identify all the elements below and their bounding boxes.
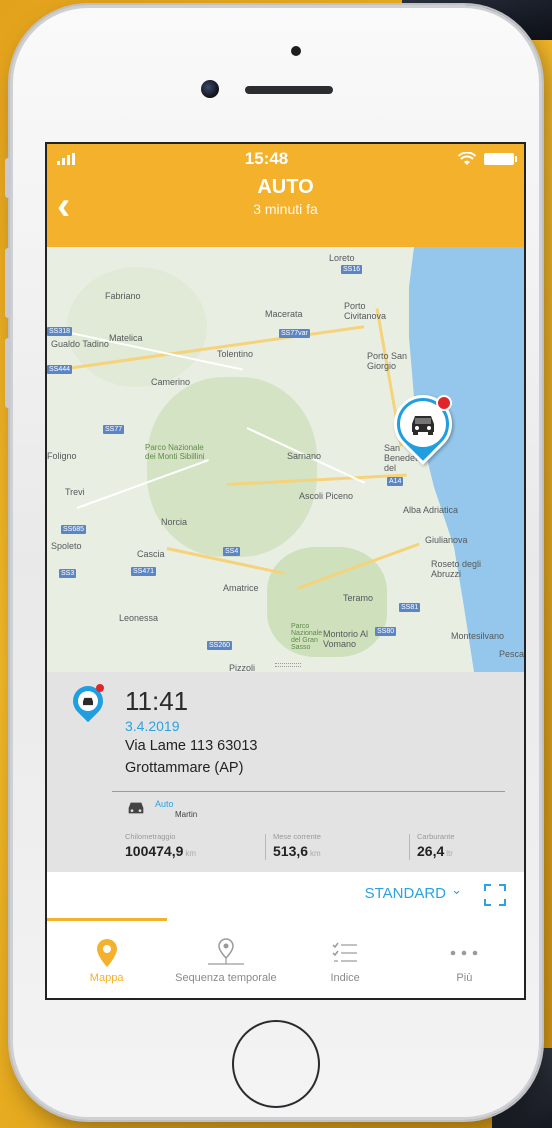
- address-line-2: Grottammare (AP): [125, 760, 244, 776]
- divider: [112, 791, 505, 792]
- mute-switch: [5, 158, 11, 198]
- map-label: Porto San Giorgio: [367, 351, 408, 371]
- event-time: 11:41: [125, 686, 189, 716]
- fullscreen-icon[interactable]: [484, 884, 506, 906]
- map-label: Leonessa: [119, 613, 159, 623]
- map-label: Teramo: [343, 593, 374, 603]
- front-camera: [201, 80, 219, 98]
- alert-dot: [436, 395, 452, 411]
- page-title: AUTO: [257, 176, 314, 198]
- map-label: Alba Adriatica: [403, 505, 459, 515]
- tab-mappa[interactable]: Mappa: [47, 918, 166, 998]
- car-icon: [78, 691, 98, 711]
- address-line-1: Via Lame 113 63013: [125, 738, 258, 754]
- map-label: Macerata: [265, 309, 303, 319]
- app-screen: 15:48 ‹ AUTO 3 minuti fa SS16 SS318 SS77…: [45, 142, 526, 1000]
- volume-down-button: [5, 338, 11, 408]
- map-label: Foligno: [47, 451, 77, 461]
- map-label: Montesilvano: [451, 631, 505, 641]
- battery-icon: [483, 153, 517, 165]
- map-label: Roseto degli Abruzzi: [431, 559, 482, 579]
- stat-current-month: Mese corrente 513,6 km: [273, 832, 321, 859]
- map-label: Gualdo Tadino: [51, 339, 109, 349]
- map-label: Matelica: [109, 333, 143, 343]
- home-button[interactable]: [232, 1020, 320, 1108]
- status-time: 15:48: [244, 149, 289, 168]
- map-label: Parco Nazionale del Gran Sasso: [291, 623, 323, 651]
- map-label: Trevi: [65, 487, 85, 497]
- app-header: 15:48 ‹ AUTO 3 minuti fa: [47, 144, 524, 247]
- map-label: Sarnano: [287, 451, 322, 461]
- map-label: Giulianova: [425, 535, 468, 545]
- map-label: Porto Civitanova: [344, 301, 387, 321]
- wifi-icon: [457, 152, 476, 165]
- map-label: Tolentino: [217, 349, 254, 359]
- active-tab-indicator: [47, 918, 167, 921]
- drag-handle[interactable]: [275, 663, 301, 667]
- event-date: 3.4.2019: [125, 718, 180, 734]
- timeline-icon: [206, 936, 246, 970]
- bottom-tab-bar: Mappa Sequenza temporale Indice Più: [47, 918, 524, 998]
- vehicle-info-panel: 11:41 3.4.2019 Via Lame 113 63013 Grotta…: [47, 672, 524, 872]
- tab-indice[interactable]: Indice: [286, 918, 405, 998]
- stat-fuel: Carburante 26,4 ltr: [417, 832, 455, 859]
- chevron-down-icon[interactable]: ⌄: [451, 882, 462, 898]
- map-label: Loreto: [329, 253, 355, 263]
- map-label: Pesca: [499, 649, 524, 659]
- vehicle-name: Auto: [155, 799, 174, 809]
- map-label: Ascoli Piceno: [299, 491, 354, 501]
- volume-up-button: [5, 248, 11, 318]
- map-type-select[interactable]: STANDARD: [365, 885, 446, 902]
- map-label: Pizzoli: [229, 663, 256, 672]
- map-view[interactable]: SS16 SS318 SS77var SS444 SS77 SS685 SS4 …: [47, 247, 524, 672]
- page-subtitle: 3 minuti fa: [253, 201, 318, 217]
- map-label: Camerino: [151, 377, 191, 387]
- status-bar: 15:48: [47, 144, 524, 174]
- map-label: Fabriano: [105, 291, 141, 301]
- alert-dot: [96, 684, 104, 692]
- tab-piu[interactable]: Più: [405, 918, 524, 998]
- proximity-sensor: [291, 46, 301, 56]
- location-pin-icon: [96, 936, 118, 970]
- map-toolbar: STANDARD ⌄: [47, 872, 524, 918]
- map-label: Parco Nazionale dei Monti Sibillini: [145, 443, 205, 461]
- more-dots-icon: [449, 936, 479, 970]
- tab-sequenza-temporale[interactable]: Sequenza temporale: [166, 918, 285, 998]
- checklist-icon: [332, 936, 358, 970]
- map-label: Cascia: [137, 549, 165, 559]
- car-icon: [125, 800, 147, 819]
- map-label: Norcia: [161, 517, 188, 527]
- map-label: Spoleto: [51, 541, 82, 551]
- stat-mileage: Chilometraggio 100474,9 km: [125, 832, 197, 859]
- earpiece-speaker: [245, 86, 333, 94]
- signal-icon: [57, 153, 75, 165]
- driver-name: Martin: [175, 810, 198, 819]
- map-label: Amatrice: [223, 583, 259, 593]
